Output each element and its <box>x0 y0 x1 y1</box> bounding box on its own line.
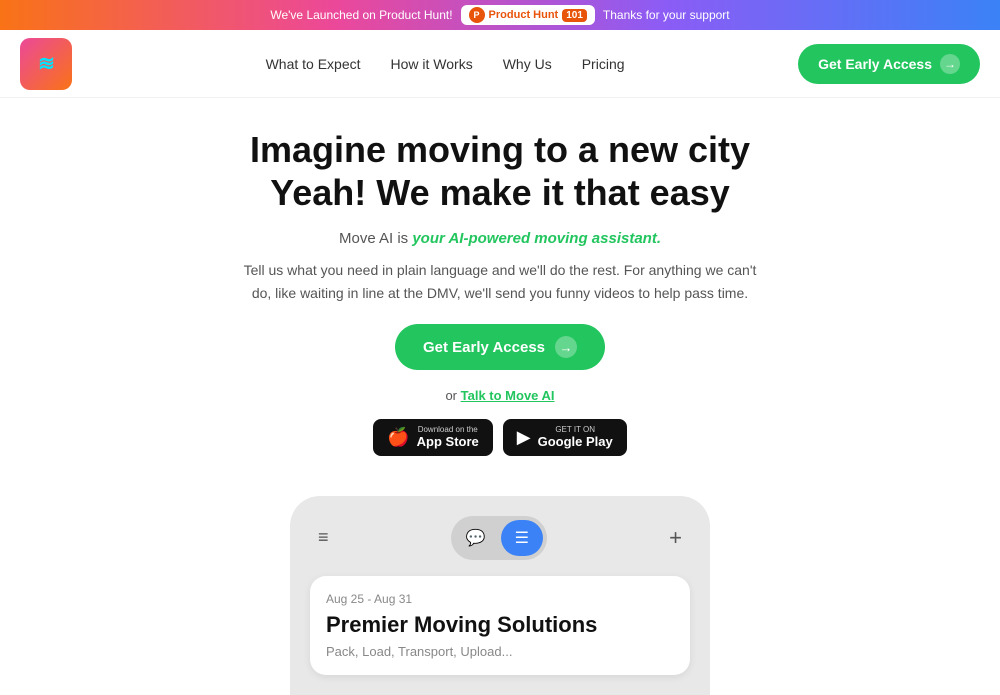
nav-cta-button[interactable]: Get Early Access → <box>798 44 980 84</box>
menu-icon[interactable]: ≡ <box>318 527 329 548</box>
or-text: or <box>445 388 457 403</box>
hero-or-text: or Talk to Move AI <box>20 388 980 403</box>
store-badges: 🍎 Download on the App Store ▶ GET IT ON … <box>20 419 980 456</box>
hero-section: Imagine moving to a new city Yeah! We ma… <box>0 98 1000 496</box>
nav-pricing[interactable]: Pricing <box>582 56 625 72</box>
product-hunt-badge[interactable]: P Product Hunt 101 <box>461 5 595 25</box>
app-store-small: Download on the <box>417 425 479 434</box>
nav-what-to-expect[interactable]: What to Expect <box>266 56 361 72</box>
nav-how-it-works[interactable]: How it Works <box>391 56 473 72</box>
google-play-small: GET IT ON <box>538 425 613 434</box>
banner-thanks: Thanks for your support <box>603 8 730 22</box>
ph-badge-label: Product Hunt <box>489 9 559 21</box>
card-title: Premier Moving Solutions <box>326 612 674 638</box>
hero-subtitle: Move AI is your AI-powered moving assist… <box>20 230 980 247</box>
talk-to-move-ai-link[interactable]: Talk to Move AI <box>461 388 555 403</box>
toolbar-tabs: 💬 ☰ <box>451 516 547 560</box>
phone-container: ≡ 💬 ☰ + Aug 25 - Aug 31 Premier Moving S… <box>0 496 1000 695</box>
navbar: ≋ What to Expect How it Works Why Us Pri… <box>0 30 1000 98</box>
subtitle-highlight: your AI-powered moving assistant. <box>412 230 661 247</box>
logo[interactable]: ≋ <box>20 38 72 90</box>
plus-icon[interactable]: + <box>669 525 682 551</box>
hero-cta-label: Get Early Access <box>423 339 545 356</box>
ph-icon: P <box>469 7 485 23</box>
hero-cta-arrow: → <box>555 336 577 358</box>
apple-icon: 🍎 <box>387 427 409 448</box>
google-play-icon: ▶ <box>517 427 531 448</box>
card-tags: Pack, Load, Transport, Upload... <box>326 644 674 659</box>
top-banner: We've Launched on Product Hunt! P Produc… <box>0 0 1000 30</box>
hero-description: Tell us what you need in plain language … <box>240 259 760 304</box>
nav-cta-arrow: → <box>940 54 960 74</box>
ph-count: 101 <box>562 9 587 22</box>
nav-why-us[interactable]: Why Us <box>503 56 552 72</box>
card-date: Aug 25 - Aug 31 <box>326 592 674 606</box>
google-play-badge[interactable]: ▶ GET IT ON Google Play <box>503 419 627 456</box>
hero-heading-line1: Imagine moving to a new city <box>250 129 750 170</box>
nav-cta-label: Get Early Access <box>818 56 932 72</box>
hero-heading: Imagine moving to a new city Yeah! We ma… <box>20 128 980 214</box>
hero-heading-line2: Yeah! We make it that easy <box>270 172 730 213</box>
app-store-badge[interactable]: 🍎 Download on the App Store <box>373 419 493 456</box>
app-store-big: App Store <box>417 434 479 450</box>
chat-tab[interactable]: 💬 <box>455 520 497 556</box>
phone-toolbar: ≡ 💬 ☰ + <box>310 516 690 560</box>
google-play-big: Google Play <box>538 434 613 450</box>
list-tab[interactable]: ☰ <box>501 520 543 556</box>
nav-links: What to Expect How it Works Why Us Prici… <box>92 56 798 72</box>
phone-mockup: ≡ 💬 ☰ + Aug 25 - Aug 31 Premier Moving S… <box>290 496 710 695</box>
banner-text: We've Launched on Product Hunt! <box>270 8 452 22</box>
subtitle-plain: Move AI is <box>339 230 412 247</box>
moving-card: Aug 25 - Aug 31 Premier Moving Solutions… <box>310 576 690 675</box>
hero-cta-button[interactable]: Get Early Access → <box>395 324 605 370</box>
logo-icon: ≋ <box>38 51 54 76</box>
